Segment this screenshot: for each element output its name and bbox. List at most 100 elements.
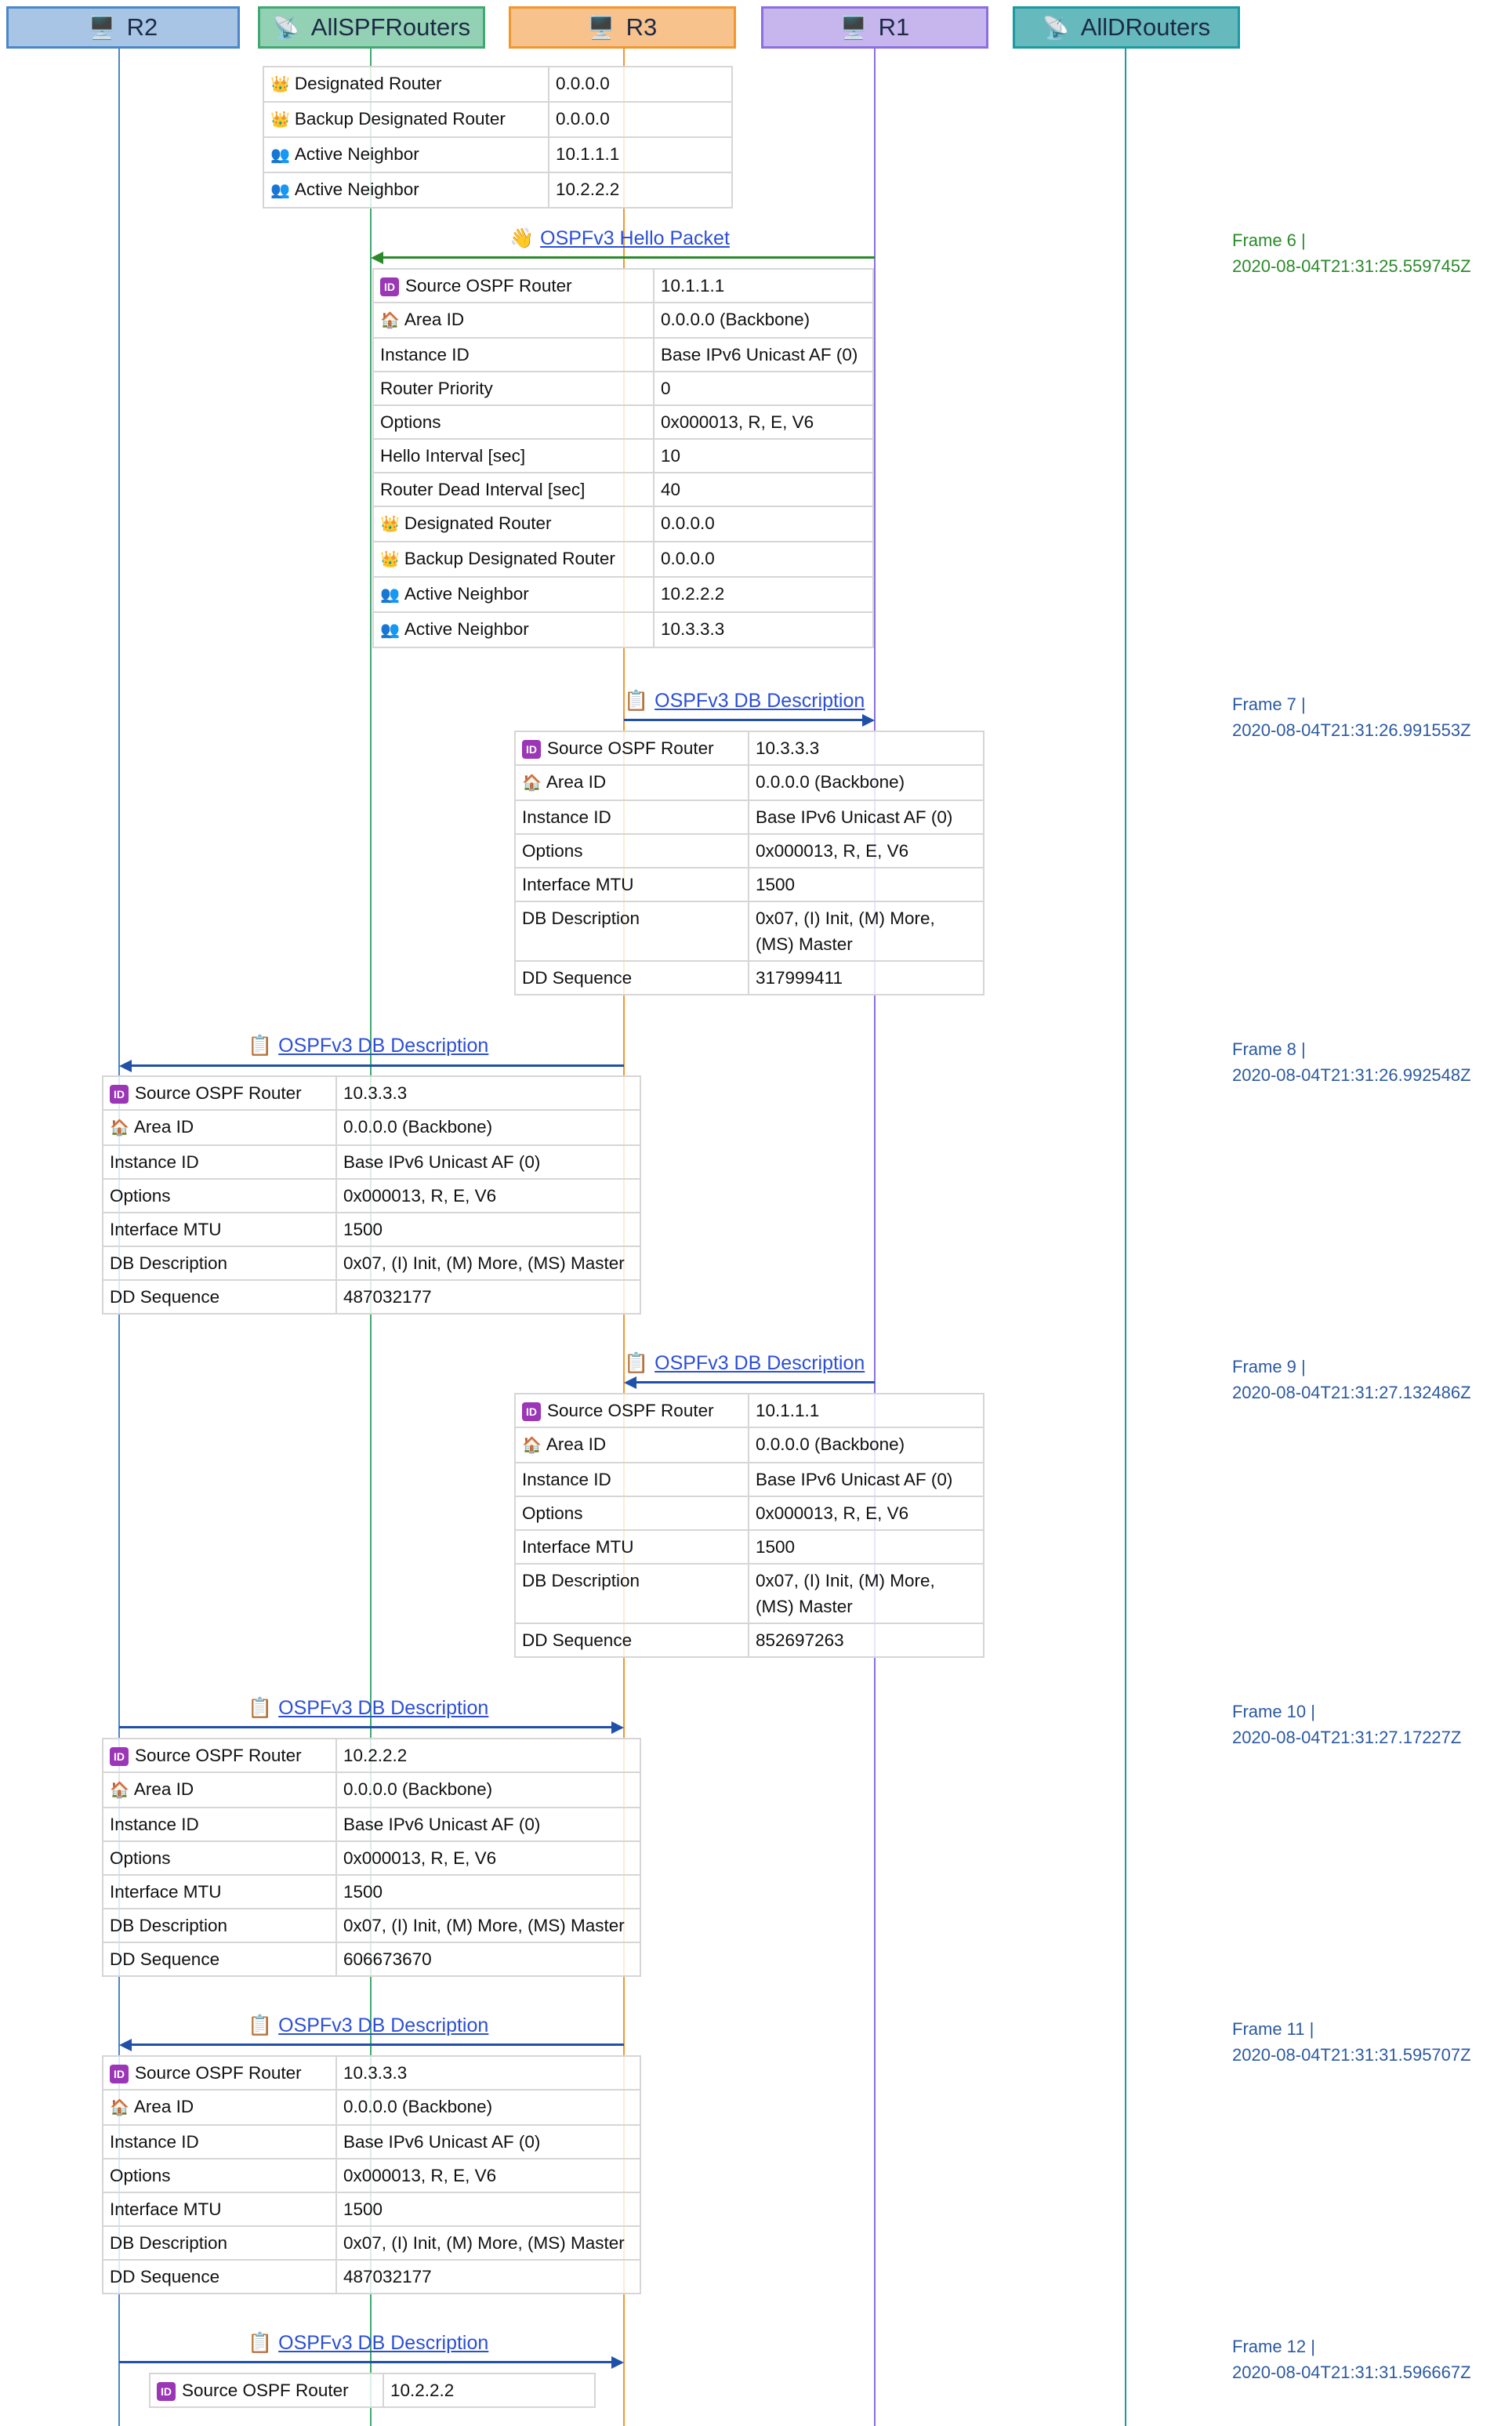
field-key-text: Options [522, 1503, 583, 1523]
field-key-text: DB Description [110, 2233, 228, 2253]
field-value: 487032177 [335, 1279, 641, 1315]
field-value: Base IPv6 Unicast AF (0) [335, 1144, 641, 1180]
message-title[interactable]: OSPFv3 DB Description [654, 690, 865, 712]
field-row: DD Sequence 606673670 [102, 1942, 641, 1977]
field-key: ID Source OSPF Router [372, 268, 654, 303]
message-title[interactable]: OSPFv3 DB Description [278, 2014, 488, 2036]
message-label[interactable]: 📋 OSPFv3 DB Description [624, 690, 865, 713]
house-icon: 🏠 [522, 1437, 542, 1454]
message-label[interactable]: 👋 OSPFv3 Hello Packet [509, 227, 730, 250]
message-label[interactable]: 📋 OSPFv3 DB Description [248, 2014, 488, 2037]
field-value: 317999411 [748, 960, 984, 995]
field-key: Options [102, 1840, 337, 1876]
frame-annotation: Frame 11 | 2020-08-04T21:31:31.595707Z [1232, 2016, 1471, 2068]
lane-label: R3 [625, 13, 658, 41]
people-icon: 👥 [380, 622, 400, 639]
message-arrow [382, 256, 875, 259]
field-key: Interface MTU [102, 1874, 337, 1909]
field-value: 606673670 [335, 1942, 641, 1977]
field-key-text: Active Neighbor [404, 619, 529, 639]
field-key-text: Active Neighbor [294, 144, 419, 164]
message-label[interactable]: 📋 OSPFv3 DB Description [248, 2332, 488, 2355]
field-key-text: Source OSPF Router [547, 738, 714, 758]
id-icon: ID [157, 2382, 176, 2402]
field-key: Options [372, 404, 654, 440]
field-value: 0.0.0.0 (Backbone) [653, 302, 874, 339]
packet-fields-table: ID Source OSPF Router 10.2.2.2 🏠 Area ID 0.0.… [102, 1738, 641, 1977]
arrow-right-icon [611, 2356, 624, 2369]
field-key-text: Source OSPF Router [182, 2381, 349, 2400]
field-key: 🏠 Area ID [102, 1771, 337, 1808]
field-value: 0x07, (I) Init, (M) More, (MS) Master [748, 901, 984, 962]
field-key: Instance ID [514, 800, 749, 835]
field-key-text: DD Sequence [110, 1949, 220, 1969]
field-row: Instance ID Base IPv6 Unicast AF (0) [514, 1462, 984, 1497]
field-value: Base IPv6 Unicast AF (0) [748, 800, 984, 835]
message-title[interactable]: OSPFv3 DB Description [654, 1352, 865, 1374]
field-row: Instance ID Base IPv6 Unicast AF (0) [372, 337, 874, 372]
message-label[interactable]: 📋 OSPFv3 DB Description [248, 1035, 488, 1057]
arrow-left-icon [624, 1376, 636, 1389]
field-key: DD Sequence [102, 1279, 337, 1315]
house-icon: 🏠 [110, 1782, 129, 1799]
field-row: Options 0x000013, R, E, V6 [514, 833, 984, 869]
crown-icon: 👑 [270, 76, 290, 93]
message-title[interactable]: OSPFv3 DB Description [278, 2332, 488, 2354]
message-title[interactable]: OSPFv3 DB Description [278, 1697, 488, 1719]
field-key-text: Area ID [546, 1434, 607, 1454]
lane-header-allspfrouters[interactable]: 📡 AllSPFRouters [258, 6, 485, 49]
field-key-text: Instance ID [110, 1152, 199, 1172]
field-row: Instance ID Base IPv6 Unicast AF (0) [102, 1144, 641, 1180]
lane-header-r1[interactable]: 🖥️ R1 [761, 6, 988, 49]
message-title[interactable]: OSPFv3 DB Description [278, 1035, 488, 1057]
id-icon: ID [380, 277, 399, 297]
field-key-text: Area ID [133, 2097, 194, 2116]
field-value: 0x07, (I) Init, (M) More, (MS) Master [335, 2225, 641, 2261]
field-key: 👥 Active Neighbor [263, 136, 549, 173]
field-key-text: Interface MTU [522, 1537, 634, 1557]
field-key-text: DD Sequence [522, 1630, 633, 1650]
field-value: 0x000013, R, E, V6 [335, 1840, 641, 1876]
lane-header-r3[interactable]: 🖥️ R3 [509, 6, 736, 49]
field-key: 🏠 Area ID [514, 764, 749, 801]
message-title[interactable]: OSPFv3 Hello Packet [540, 227, 730, 249]
people-icon: 👥 [270, 182, 290, 199]
message-arrow [130, 2043, 624, 2046]
field-row: 🏠 Area ID 0.0.0.0 (Backbone) [102, 1109, 641, 1146]
field-key: 🏠 Area ID [102, 2089, 337, 2126]
field-key-text: Area ID [133, 1117, 194, 1137]
field-value: 10.1.1.1 [748, 1393, 984, 1428]
field-key-text: Instance ID [380, 345, 470, 364]
message-label[interactable]: 📋 OSPFv3 DB Description [624, 1352, 865, 1375]
message-label[interactable]: 📋 OSPFv3 DB Description [248, 1697, 488, 1720]
field-key: 🏠 Area ID [102, 1109, 337, 1146]
frame-number: Frame 12 | [1232, 2337, 1315, 2356]
field-key: 👥 Active Neighbor [372, 611, 654, 648]
field-row: Instance ID Base IPv6 Unicast AF (0) [102, 1807, 641, 1842]
lane-header-r2[interactable]: 🖥️ R2 [6, 6, 240, 49]
field-value: 10.2.2.2 [653, 576, 874, 613]
field-row: 🏠 Area ID 0.0.0.0 (Backbone) [514, 764, 984, 801]
field-key-text: Interface MTU [110, 1220, 222, 1239]
frame-annotation: Frame 10 | 2020-08-04T21:31:27.17227Z [1232, 1699, 1461, 1750]
frame-annotation: Frame 12 | 2020-08-04T21:31:31.596667Z [1232, 2334, 1471, 2385]
field-key: ID Source OSPF Router [102, 1075, 337, 1111]
field-key: Instance ID [514, 1462, 749, 1497]
field-key: 🏠 Area ID [514, 1427, 749, 1463]
field-key-text: DD Sequence [110, 2267, 220, 2286]
field-value: 0x000013, R, E, V6 [748, 1496, 984, 1531]
field-key: ID Source OSPF Router [102, 1738, 337, 1773]
lane-label: R1 [878, 13, 910, 41]
field-key-text: Source OSPF Router [547, 1401, 714, 1420]
field-value: 0x07, (I) Init, (M) More, (MS) Master [748, 1563, 984, 1624]
field-row: DD Sequence 317999411 [514, 960, 984, 995]
desktop-computer-icon: 🖥️ [587, 15, 615, 40]
clipboard-icon: 📋 [248, 2332, 273, 2354]
field-value: 1500 [748, 1529, 984, 1565]
lane-header-alldrouters[interactable]: 📡 AllDRouters [1013, 6, 1240, 49]
field-key: Router Priority [372, 371, 654, 406]
field-row: Interface MTU 1500 [102, 1874, 641, 1909]
field-value: 0x07, (I) Init, (M) More, (MS) Master [335, 1908, 641, 1943]
packet-fields-table: ID Source OSPF Router 10.1.1.1 🏠 Area ID 0.0.… [514, 1393, 984, 1658]
field-row: ID Source OSPF Router 10.3.3.3 [102, 1075, 641, 1111]
